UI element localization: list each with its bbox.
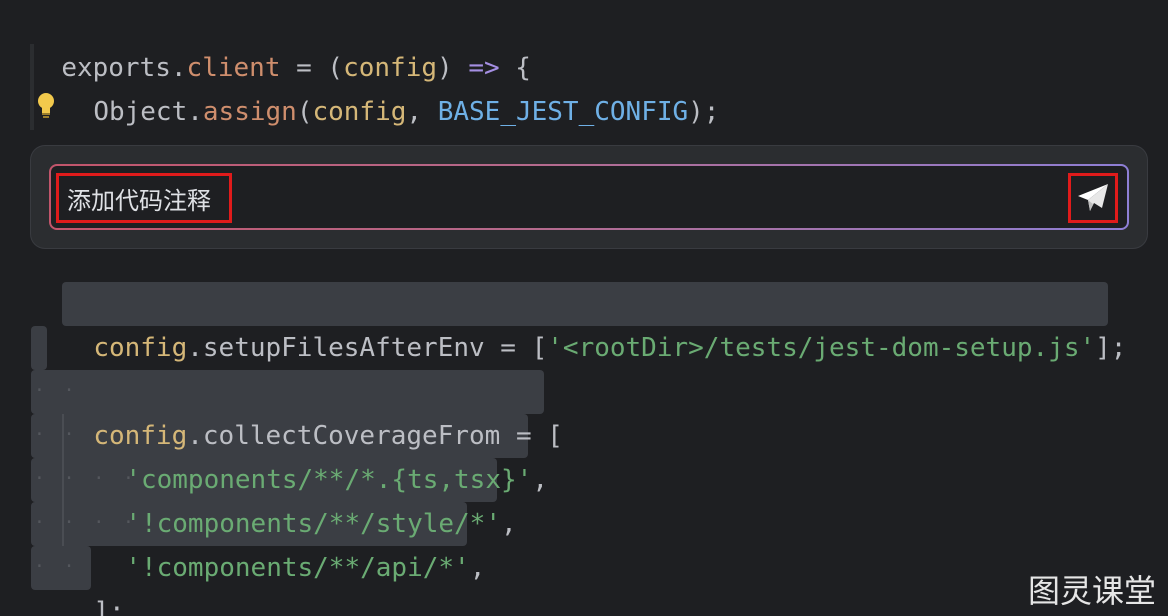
code-token: config xyxy=(93,333,188,363)
code-line-8: ]; xyxy=(62,546,124,616)
watermark: 图灵课堂 xyxy=(1028,572,1157,610)
code-line-4: config.collectCoverageFrom = [ xyxy=(62,370,563,451)
code-line-7: '!components/**/api/*', xyxy=(94,502,485,583)
send-paper-plane-icon xyxy=(1078,184,1108,211)
code-token: ( xyxy=(296,97,313,127)
code-line-3: config.setupFilesAfterEnv = ['<rootDir>/… xyxy=(62,282,1126,363)
code-token: . xyxy=(187,97,203,127)
code-token: ]; xyxy=(1095,333,1127,363)
code-token: , xyxy=(532,465,548,495)
code-line-5: 'components/**/*.{ts,tsx}', xyxy=(94,414,548,495)
code-token: , xyxy=(501,509,517,539)
code-token: BASE_JEST_CONFIG xyxy=(437,97,689,127)
ai-prompt-input[interactable]: 添加代码注释 xyxy=(56,173,232,223)
code-line-2: Object.assign(config, BASE_JEST_CONFIG); xyxy=(62,46,719,127)
ai-prompt-input-box: 添加代码注释 xyxy=(49,164,1129,230)
indent-guide xyxy=(30,44,34,130)
code-token: .setupFilesAfterEnv = [ xyxy=(187,333,548,363)
lightbulb-icon[interactable] xyxy=(36,92,56,120)
code-token: config xyxy=(312,97,407,127)
code-token: ); xyxy=(688,97,720,127)
code-token: , xyxy=(406,97,438,127)
code-line-1: exports.client = (config) => { xyxy=(30,2,531,83)
code-token: Object xyxy=(93,97,188,127)
code-token: , xyxy=(469,553,486,583)
code-token: '!components/**/api/*' xyxy=(125,553,470,583)
ai-prompt-panel: 添加代码注释 xyxy=(31,146,1147,248)
code-token: '<rootDir>/tests/jest-dom-setup.js' xyxy=(547,333,1096,363)
code-token: assign xyxy=(202,97,297,127)
code-token: ]; xyxy=(93,597,125,616)
selection-highlight xyxy=(31,326,47,370)
send-button[interactable] xyxy=(1068,173,1118,223)
code-line-6: '!components/**/style/*', xyxy=(94,458,516,539)
